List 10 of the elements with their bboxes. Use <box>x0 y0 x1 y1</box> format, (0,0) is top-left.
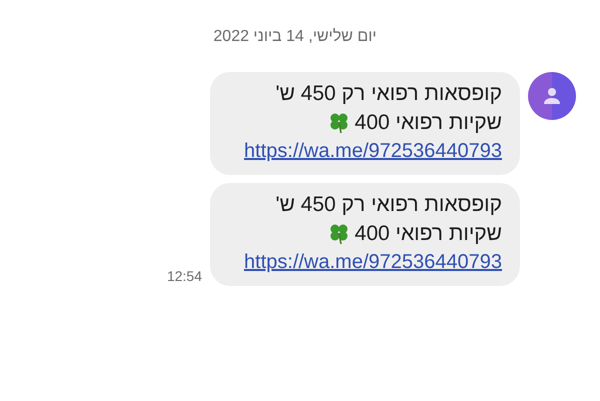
message-text: קופסאות רפואי רק 450 ש' <box>276 82 502 106</box>
message-time: 12:54 <box>166 268 202 284</box>
message-text: קופסאות רפואי רק 450 ש' <box>276 192 502 216</box>
date-header: יום שלישי, 14 ביוני 2022 <box>213 28 377 45</box>
contact-avatar[interactable] <box>528 72 576 120</box>
message-link[interactable]: https://wa.me/972536440793 <box>244 137 502 166</box>
message-text: שקיות רפואי 400 <box>354 110 502 134</box>
person-icon <box>543 87 561 105</box>
message-text: שקיות רפואי 400 <box>354 222 502 246</box>
message-link[interactable]: https://wa.me/972536440793 <box>244 248 502 277</box>
